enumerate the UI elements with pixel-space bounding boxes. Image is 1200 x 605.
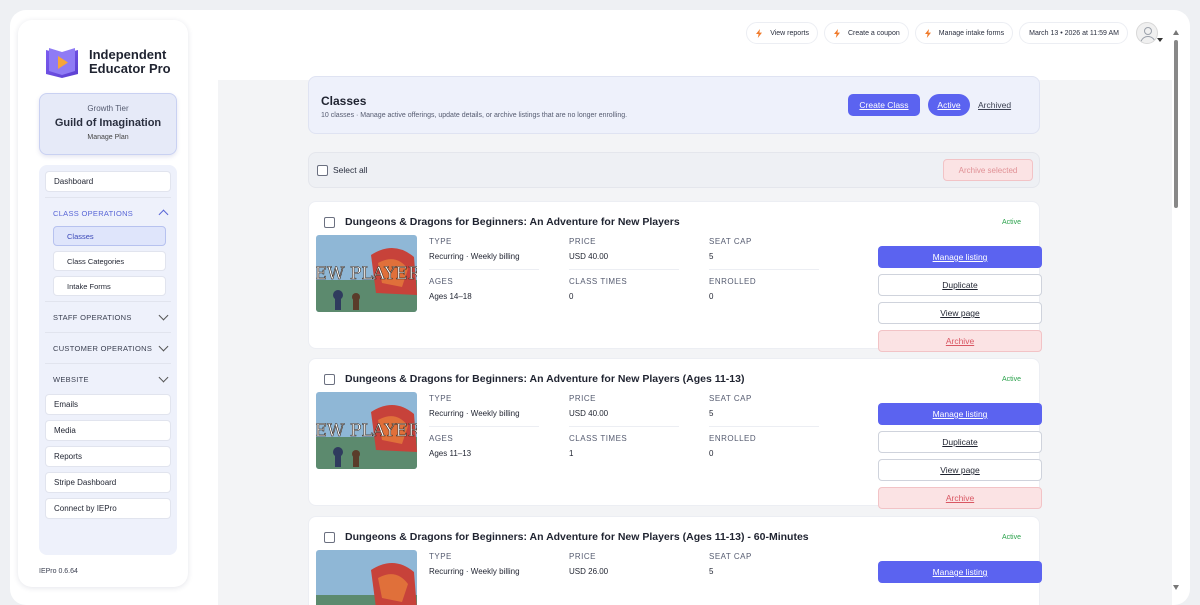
duplicate-button[interactable]: Duplicate xyxy=(878,274,1042,296)
create-coupon-button[interactable]: Create a coupon xyxy=(823,22,909,44)
sidebar-item-classes[interactable]: Classes xyxy=(53,226,166,246)
customer-operations-toggle[interactable]: CUSTOMER OPERATIONS xyxy=(45,339,171,357)
nav-group-customer-operations: CUSTOMER OPERATIONS xyxy=(45,332,171,363)
class-thumbnail xyxy=(316,550,417,605)
version-label: IEPro 0.6.64 xyxy=(39,568,78,575)
datetime-display: March 13 • 2026 at 11:59 AM xyxy=(1019,22,1128,44)
duplicate-button[interactable]: Duplicate xyxy=(878,431,1042,453)
class-title[interactable]: Dungeons & Dragons for Beginners: An Adv… xyxy=(345,531,809,543)
sidebar-item-class-categories[interactable]: Class Categories xyxy=(53,251,166,271)
nav-group-staff-operations: STAFF OPERATIONS xyxy=(45,301,171,332)
detail-price: PRICE USD 40.00 xyxy=(569,394,689,427)
page-subtitle: 10 classes · Manage active offerings, up… xyxy=(321,112,628,119)
tier-label: Growth Tier xyxy=(87,104,129,113)
sidebar-item-connect[interactable]: Connect by IEPro xyxy=(45,498,171,519)
staff-operations-toggle[interactable]: STAFF OPERATIONS xyxy=(45,308,171,326)
bulk-actions-bar: Select all Archive selected xyxy=(308,152,1040,188)
view-page-button[interactable]: View page xyxy=(878,459,1042,481)
select-all-checkbox[interactable] xyxy=(317,165,328,176)
detail-type: TYPE Recurring · Weekly billing xyxy=(429,394,549,427)
avatar-caret-icon[interactable] xyxy=(1157,38,1163,42)
sidebar-item-emails[interactable]: Emails xyxy=(45,394,171,415)
tier-name: Guild of Imagination xyxy=(54,117,162,129)
class-card: Dungeons & Dragons for Beginners: An Adv… xyxy=(308,358,1042,509)
manage-listing-button[interactable]: Manage listing xyxy=(878,246,1042,268)
website-toggle[interactable]: WEBSITE xyxy=(45,370,171,388)
sidebar-item-dashboard[interactable]: Dashboard xyxy=(45,171,171,192)
class-select-checkbox[interactable] xyxy=(324,217,335,228)
scrollbar[interactable] xyxy=(1172,30,1180,590)
archive-button[interactable]: Archive xyxy=(878,330,1042,352)
book-play-logo-icon xyxy=(46,48,78,78)
sidebar-item-stripe-dashboard[interactable]: Stripe Dashboard xyxy=(45,472,171,493)
detail-class-times: CLASS TIMES 1 xyxy=(569,434,628,458)
class-thumbnail: NEW PLAYERS xyxy=(316,392,417,469)
chevron-up-icon xyxy=(158,209,169,220)
class-operations-toggle[interactable]: CLASS OPERATIONS xyxy=(45,204,171,222)
scroll-thumb[interactable] xyxy=(1174,40,1178,208)
chevron-down-icon xyxy=(158,341,169,352)
nav-group-class-operations: CLASS OPERATIONS Classes Class Categorie… xyxy=(45,197,171,296)
class-title[interactable]: Dungeons & Dragons for Beginners: An Adv… xyxy=(345,373,744,385)
detail-seat-cap: SEAT CAP 5 xyxy=(709,237,829,270)
bolt-icon xyxy=(833,28,840,38)
thumbnail-title-text: NEW PLAYERS xyxy=(316,421,417,441)
view-reports-button[interactable]: View reports xyxy=(746,22,818,44)
sidebar-item-intake-forms[interactable]: Intake Forms xyxy=(53,276,166,296)
class-title[interactable]: Dungeons & Dragons for Beginners: An Adv… xyxy=(345,216,680,228)
manage-listing-button[interactable]: Manage listing xyxy=(878,403,1042,425)
detail-type: TYPE Recurring · Weekly billing xyxy=(429,552,520,576)
scroll-up-arrow-icon[interactable] xyxy=(1173,30,1179,35)
top-bar: View reports Create a coupon Manage inta… xyxy=(740,22,1158,44)
detail-price: PRICE USD 40.00 xyxy=(569,237,689,270)
manage-plan-link[interactable]: Manage Plan xyxy=(40,134,176,141)
thumbnail-title-text: NEW PLAYERS xyxy=(316,264,417,284)
page-title: Classes xyxy=(321,94,367,108)
brand-name: Independent Educator Pro xyxy=(89,47,171,76)
archive-selected-button[interactable]: Archive selected xyxy=(943,159,1033,181)
user-head-icon xyxy=(1144,27,1152,35)
detail-seat-cap: SEAT CAP 5 xyxy=(709,552,752,576)
sidebar: Independent Educator Pro Growth Tier Gui… xyxy=(18,20,188,587)
sidebar-nav: Dashboard CLASS OPERATIONS Classes Class… xyxy=(39,165,177,555)
sidebar-item-media[interactable]: Media xyxy=(45,420,171,441)
bolt-icon xyxy=(924,28,931,38)
detail-enrolled: ENROLLED 0 xyxy=(709,277,757,301)
select-all-label[interactable]: Select all xyxy=(333,165,368,175)
nav-group-website: WEBSITE xyxy=(45,363,171,394)
view-page-button[interactable]: View page xyxy=(878,302,1042,324)
scroll-down-arrow-icon[interactable] xyxy=(1173,585,1179,590)
detail-ages: AGES Ages 14–18 xyxy=(429,277,472,301)
brand[interactable]: Independent Educator Pro xyxy=(44,44,171,80)
class-select-checkbox[interactable] xyxy=(324,374,335,385)
status-badge: Active xyxy=(1001,534,1021,541)
class-card: Dungeons & Dragons for Beginners: An Adv… xyxy=(308,516,1042,605)
tab-archived[interactable]: Archived xyxy=(978,94,1011,116)
detail-enrolled: ENROLLED 0 xyxy=(709,434,757,458)
class-card: Dungeons & Dragons for Beginners: An Adv… xyxy=(308,201,1042,352)
class-thumbnail: NEW PLAYERS xyxy=(316,235,417,312)
archive-button[interactable]: Archive xyxy=(878,487,1042,509)
create-class-button[interactable]: Create Class xyxy=(848,94,920,116)
chevron-down-icon xyxy=(158,372,169,383)
detail-price: PRICE USD 26.00 xyxy=(569,552,609,576)
sidebar-item-reports[interactable]: Reports xyxy=(45,446,171,467)
classes-header: Classes 10 classes · Manage active offer… xyxy=(308,76,1040,134)
detail-ages: AGES Ages 11–13 xyxy=(429,434,472,458)
status-badge: Active xyxy=(1001,376,1021,383)
detail-type: TYPE Recurring · Weekly billing xyxy=(429,237,549,270)
tier-card: Growth Tier Guild of Imagination Manage … xyxy=(39,93,177,155)
user-body-icon xyxy=(1140,36,1156,43)
tab-active[interactable]: Active xyxy=(928,94,970,116)
manage-intake-forms-button[interactable]: Manage intake forms xyxy=(914,22,1014,44)
bolt-icon xyxy=(756,28,763,38)
chevron-down-icon xyxy=(158,310,169,321)
class-select-checkbox[interactable] xyxy=(324,532,335,543)
status-badge: Active xyxy=(1001,219,1021,226)
manage-listing-button[interactable]: Manage listing xyxy=(878,561,1042,583)
detail-class-times: CLASS TIMES 0 xyxy=(569,277,628,301)
detail-seat-cap: SEAT CAP 5 xyxy=(709,394,829,427)
avatar[interactable] xyxy=(1136,22,1158,44)
